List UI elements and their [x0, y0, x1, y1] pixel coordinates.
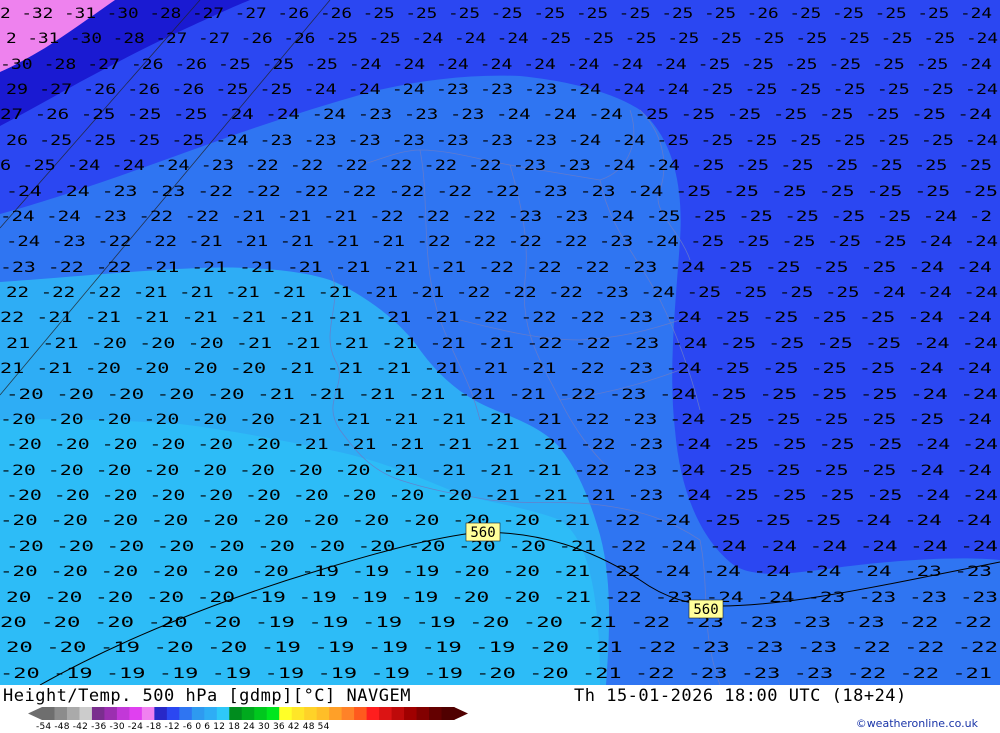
scale-swatch — [379, 707, 393, 720]
scale-swatch — [316, 707, 330, 720]
map-title: Height/Temp. 500 hPa [gdmp][°C] NAVGEM — [3, 686, 411, 706]
scale-swatch — [166, 707, 180, 720]
weather-map: 2 -32 -31 -30 -28 -27 -27 -26 -26 -25 -2… — [0, 0, 1000, 685]
color-scale-bar — [28, 707, 468, 720]
value-row: -30 -28 -27 -26 -26 -25 -25 -25 -24 -24 … — [0, 57, 992, 73]
value-row: 22 -22 -22 -21 -21 -21 -21 -21 -21 -21 -… — [6, 285, 998, 301]
value-row: -20 -20 -20 -20 -20 -20 -20 -20 -21 -21 … — [0, 463, 992, 479]
value-row: 21 -21 -20 -20 -20 -21 -21 -21 -21 -21 -… — [6, 336, 998, 352]
value-row: -20 -20 -20 -20 -20 -20 -20 -20 -20 -20 … — [6, 539, 998, 555]
scale-swatch — [416, 707, 430, 720]
scale-swatch — [391, 707, 405, 720]
scale-swatch — [304, 707, 318, 720]
value-row: 2 -31 -30 -28 -27 -27 -26 -26 -25 -25 -2… — [6, 31, 998, 47]
scale-swatch — [229, 707, 243, 720]
value-row: -24 -23 -22 -22 -21 -21 -21 -21 -21 -22 … — [6, 234, 998, 250]
value-row: 20 -20 -19 -20 -20 -19 -19 -19 -19 -19 -… — [6, 640, 998, 656]
value-row: 2 -32 -31 -30 -28 -27 -27 -26 -26 -25 -2… — [0, 6, 992, 22]
scale-swatch — [54, 707, 68, 720]
scale-swatch — [179, 707, 193, 720]
value-row: -20 -20 -20 -20 -20 -21 -21 -21 -21 -21 … — [6, 387, 998, 403]
scale-swatch — [241, 707, 255, 720]
scale-swatch — [66, 707, 80, 720]
contour-label-1: 560 — [465, 522, 501, 542]
scale-swatch — [104, 707, 118, 720]
credit-link[interactable]: ©weatheronline.co.uk — [856, 717, 978, 730]
scale-swatch — [404, 707, 418, 720]
scale-swatch — [254, 707, 268, 720]
scale-swatch — [266, 707, 280, 720]
scale-swatch — [129, 707, 143, 720]
map-footer: Height/Temp. 500 hPa [gdmp][°C] NAVGEM T… — [0, 685, 1000, 733]
scale-swatch — [116, 707, 130, 720]
scale-swatch — [91, 707, 105, 720]
contour-label-2: 560 — [688, 599, 724, 619]
value-row: -20 -20 -20 -20 -20 -20 -20 -20 -20 -20 … — [6, 488, 998, 504]
scale-swatch — [291, 707, 305, 720]
scale-swatch — [204, 707, 218, 720]
value-row: -20 -19 -19 -19 -19 -19 -19 -19 -19 -20 … — [0, 666, 992, 682]
scale-swatch — [279, 707, 293, 720]
scale-swatch — [191, 707, 205, 720]
contour-label-text-2: 560 — [693, 602, 718, 618]
scale-swatch — [441, 707, 455, 720]
color-scale-ticks: -54 -48 -42 -36 -30 -24 -18 -12 -6 0 6 1… — [36, 722, 330, 732]
value-row: -24 -24 -23 -22 -22 -21 -21 -21 -22 -22 … — [0, 209, 992, 225]
value-row: -23 -22 -22 -21 -21 -21 -21 -21 -21 -21 … — [0, 260, 992, 276]
scale-swatch — [79, 707, 93, 720]
value-row: 20 -20 -20 -20 -20 -19 -19 -19 -19 -20 -… — [0, 615, 992, 631]
value-row: 27 -26 -25 -25 -25 -24 -24 -24 -23 -23 -… — [0, 107, 992, 123]
scale-arrow-left — [28, 707, 42, 720]
contour-label-text-1: 560 — [470, 525, 495, 541]
value-row: 21 -21 -20 -20 -20 -20 -21 -21 -21 -21 -… — [0, 361, 992, 377]
scale-swatch — [154, 707, 168, 720]
scale-swatch — [429, 707, 443, 720]
value-row: 22 -21 -21 -21 -21 -21 -21 -21 -21 -21 -… — [0, 310, 992, 326]
scale-swatch — [42, 707, 55, 720]
scale-arrow-right — [454, 707, 468, 720]
scale-swatch — [216, 707, 230, 720]
scale-swatch — [341, 707, 355, 720]
scale-swatch — [141, 707, 155, 720]
scale-swatch — [366, 707, 380, 720]
scale-swatch — [329, 707, 343, 720]
value-row: -24 -24 -23 -23 -22 -22 -22 -22 -22 -22 … — [6, 184, 998, 200]
value-row: -20 -20 -20 -20 -20 -20 -19 -19 -19 -20 … — [0, 564, 992, 580]
valid-time: Th 15-01-2026 18:00 UTC (18+24) — [574, 686, 907, 706]
value-row: -20 -20 -20 -20 -20 -20 -21 -21 -21 -21 … — [0, 412, 992, 428]
scale-swatch — [354, 707, 368, 720]
value-row: 26 -25 -25 -25 -25 -24 -23 -23 -23 -23 -… — [6, 133, 998, 149]
value-row: 20 -20 -20 -20 -20 -19 -19 -19 -19 -20 -… — [6, 590, 998, 606]
value-row: -20 -20 -20 -20 -20 -20 -21 -21 -21 -21 … — [6, 437, 998, 453]
value-row: 6 -25 -24 -24 -24 -23 -22 -22 -22 -22 -2… — [0, 158, 992, 174]
value-row: 29 -27 -26 -26 -26 -25 -25 -24 -24 -24 -… — [6, 82, 998, 98]
